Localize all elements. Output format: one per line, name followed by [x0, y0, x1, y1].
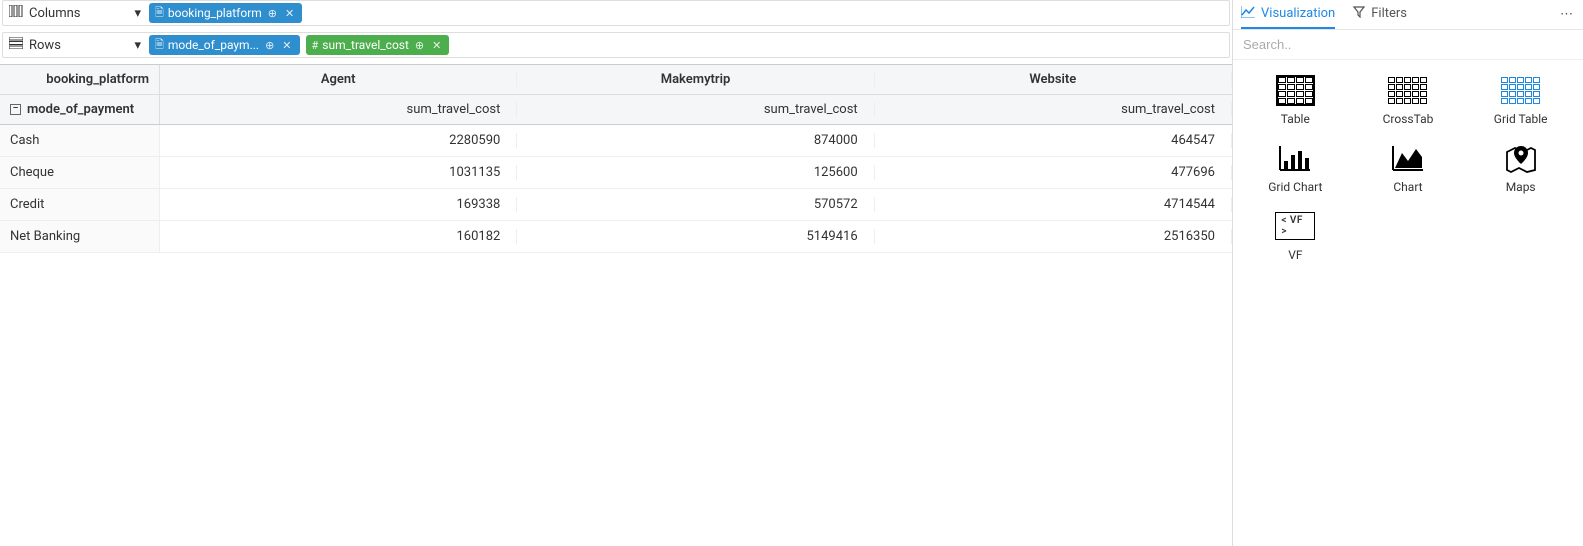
pill-label: mode_of_paym...: [168, 38, 259, 52]
side-panel: Visualization Filters ⋯ Table: [1233, 0, 1583, 546]
pill-label: booking_platform: [168, 6, 262, 20]
viz-type-grid-table[interactable]: Grid Table: [1468, 74, 1573, 126]
vf-icon: < VF >: [1275, 210, 1315, 242]
data-cell[interactable]: 2280590: [160, 133, 517, 148]
viz-type-grid-chart[interactable]: Grid Chart: [1243, 142, 1348, 194]
data-cell[interactable]: 160182: [160, 229, 517, 244]
map-icon: [1501, 142, 1541, 174]
pill-label: sum_travel_cost: [322, 38, 409, 52]
measure-header: sum_travel_cost: [517, 102, 874, 117]
pill-remove-icon[interactable]: ✕: [280, 39, 293, 52]
dimension-icon: 🗎: [155, 36, 164, 55]
tab-label: Visualization: [1261, 6, 1335, 21]
viz-type-table[interactable]: Table: [1243, 74, 1348, 126]
data-cell[interactable]: 169338: [160, 197, 517, 212]
row-dimension-label: mode_of_payment: [27, 102, 134, 117]
rows-label-text: Rows: [29, 38, 128, 53]
columns-icon: [9, 5, 23, 21]
viz-label: VF: [1288, 248, 1302, 262]
measure-header: sum_travel_cost: [875, 102, 1232, 117]
viz-label: Grid Chart: [1268, 180, 1322, 194]
table-icon: [1275, 74, 1315, 106]
data-cell[interactable]: 477696: [875, 165, 1232, 180]
col-header-website[interactable]: Website: [875, 72, 1232, 87]
data-cell[interactable]: 874000: [517, 133, 874, 148]
data-cell[interactable]: 570572: [517, 197, 874, 212]
col-header-agent[interactable]: Agent: [160, 72, 517, 87]
search-box: [1233, 30, 1583, 60]
viz-label: Maps: [1506, 180, 1536, 194]
data-cell[interactable]: 464547: [875, 133, 1232, 148]
crosstab: booking_platform Agent Makemytrip Websit…: [0, 64, 1232, 253]
pill-sum-travel-cost[interactable]: # sum_travel_cost ⊕ ✕: [306, 35, 450, 55]
columns-label-text: Columns: [29, 6, 128, 21]
filter-icon: [1353, 6, 1365, 21]
search-input[interactable]: [1233, 30, 1583, 59]
dimension-icon: 🗎: [155, 4, 164, 23]
crosstab-column-header-row: booking_platform Agent Makemytrip Websit…: [0, 65, 1232, 95]
viz-type-crosstab[interactable]: CrossTab: [1356, 74, 1461, 126]
table-row: Net Banking 160182 5149416 2516350: [0, 221, 1232, 253]
side-tabs: Visualization Filters ⋯: [1233, 0, 1583, 30]
viz-label: Chart: [1393, 180, 1422, 194]
table-row: Cash 2280590 874000 464547: [0, 125, 1232, 157]
pill-mode-of-payment[interactable]: 🗎 mode_of_paym... ⊕ ✕: [149, 35, 300, 55]
pill-options-icon[interactable]: ⊕: [263, 39, 276, 52]
viz-type-vf[interactable]: < VF > VF: [1243, 210, 1348, 262]
columns-dropdown-icon[interactable]: ▾: [134, 6, 141, 21]
crosstab-measure-header-row: – mode_of_payment sum_travel_cost sum_tr…: [0, 95, 1232, 125]
viz-type-chart[interactable]: Chart: [1356, 142, 1461, 194]
tab-visualization[interactable]: Visualization: [1241, 0, 1335, 29]
columns-shelf[interactable]: Columns ▾ 🗎 booking_platform ⊕ ✕: [2, 0, 1230, 26]
more-options-icon[interactable]: ⋯: [1560, 7, 1575, 22]
pill-remove-icon[interactable]: ✕: [430, 39, 443, 52]
grid-chart-icon: [1275, 142, 1315, 174]
crosstab-icon: [1388, 74, 1428, 106]
rows-dropdown-icon[interactable]: ▾: [134, 38, 141, 53]
rows-shelf-label: Rows ▾: [9, 37, 149, 53]
data-cell[interactable]: 5149416: [517, 229, 874, 244]
viz-label: CrossTab: [1383, 112, 1434, 126]
rows-shelf[interactable]: Rows ▾ 🗎 mode_of_paym... ⊕ ✕ # sum_trave…: [2, 32, 1230, 58]
viz-type-maps[interactable]: Maps: [1468, 142, 1573, 194]
main-area: Columns ▾ 🗎 booking_platform ⊕ ✕ Rows ▾ …: [0, 0, 1233, 546]
row-label[interactable]: Cheque: [0, 157, 160, 188]
table-row: Cheque 1031135 125600 477696: [0, 157, 1232, 189]
tab-label: Filters: [1371, 6, 1407, 21]
table-row: Credit 169338 570572 4714544: [0, 189, 1232, 221]
data-cell[interactable]: 4714544: [875, 197, 1232, 212]
row-dimension-header[interactable]: – mode_of_payment: [0, 95, 160, 124]
tab-filters[interactable]: Filters: [1353, 0, 1407, 29]
viz-label: Table: [1281, 112, 1310, 126]
col-header-makemytrip[interactable]: Makemytrip: [517, 72, 874, 87]
expand-collapse-icon[interactable]: –: [10, 104, 21, 115]
pill-options-icon[interactable]: ⊕: [413, 39, 426, 52]
pill-options-icon[interactable]: ⊕: [266, 7, 279, 20]
columns-shelf-label: Columns ▾: [9, 5, 149, 21]
row-label[interactable]: Net Banking: [0, 221, 160, 252]
row-label[interactable]: Credit: [0, 189, 160, 220]
pill-remove-icon[interactable]: ✕: [283, 7, 296, 20]
viz-label: Grid Table: [1494, 112, 1548, 126]
measure-header: sum_travel_cost: [160, 102, 517, 117]
data-cell[interactable]: 2516350: [875, 229, 1232, 244]
area-chart-icon: [1388, 142, 1428, 174]
viz-type-grid: Table CrossTab: [1233, 60, 1583, 276]
measure-icon: #: [312, 39, 319, 52]
data-cell[interactable]: 1031135: [160, 165, 517, 180]
row-label[interactable]: Cash: [0, 125, 160, 156]
rows-icon: [9, 37, 23, 53]
pill-booking-platform[interactable]: 🗎 booking_platform ⊕ ✕: [149, 3, 302, 23]
col-dimension-header[interactable]: booking_platform: [0, 65, 160, 94]
chart-icon: [1241, 6, 1255, 21]
grid-table-icon: [1501, 74, 1541, 106]
data-cell[interactable]: 125600: [517, 165, 874, 180]
